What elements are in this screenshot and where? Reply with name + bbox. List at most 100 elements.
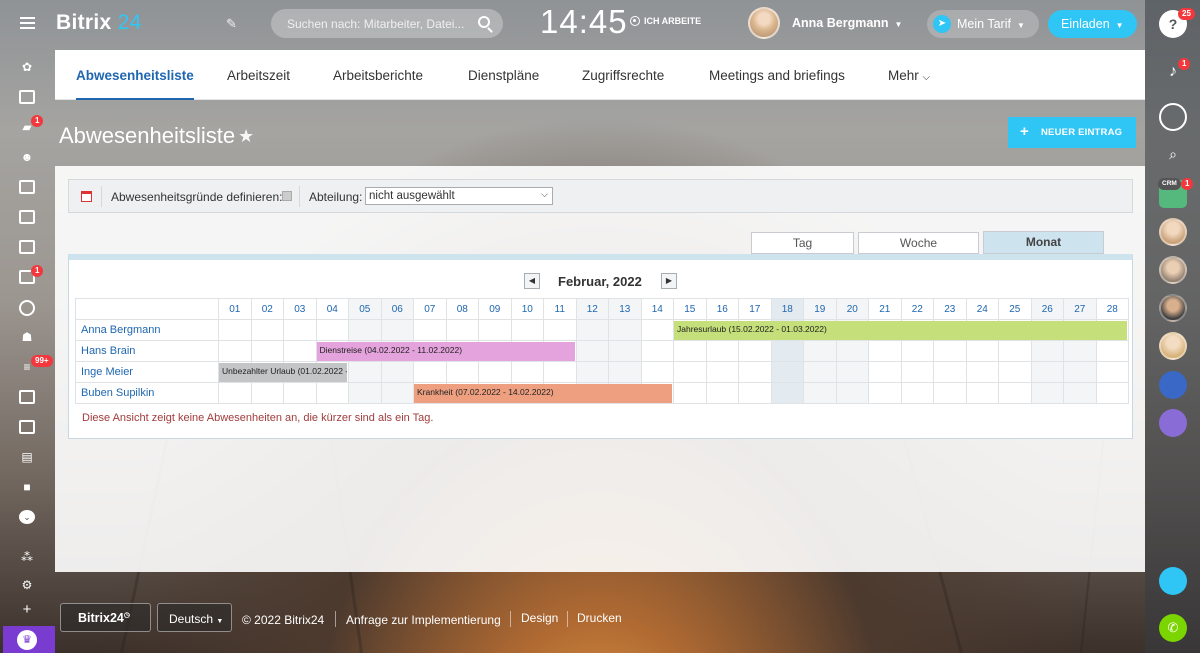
contact-avatar[interactable]	[1159, 218, 1187, 246]
upgrade-button[interactable]: ♛	[3, 626, 55, 653]
day-cell[interactable]	[1095, 361, 1129, 383]
documents-icon[interactable]	[19, 240, 35, 254]
day-cell[interactable]	[1063, 382, 1097, 404]
robot-icon[interactable]: ☗	[19, 330, 35, 344]
day-cell[interactable]	[575, 340, 609, 362]
prev-month-button[interactable]: ◀	[524, 273, 540, 289]
day-cell[interactable]	[380, 361, 414, 383]
day-cell[interactable]	[868, 340, 902, 362]
day-cell[interactable]	[835, 361, 869, 383]
user-icon[interactable]	[1159, 409, 1187, 437]
day-cell[interactable]	[315, 319, 349, 341]
employee-name[interactable]: Anna Bergmann	[75, 319, 219, 341]
next-month-button[interactable]: ▶	[661, 273, 677, 289]
employee-name[interactable]: Inge Meier	[75, 361, 219, 383]
tab-abwesenheitsliste[interactable]: Abwesenheitsliste	[76, 68, 194, 100]
contact-avatar[interactable]	[1159, 332, 1187, 360]
tab-zugriffsrechte[interactable]: Zugriffsrechte	[582, 68, 664, 83]
employee-name[interactable]: Buben Supilkin	[75, 382, 219, 404]
tab-day[interactable]: Tag	[751, 232, 854, 254]
day-cell[interactable]	[738, 340, 772, 362]
open-lines-icon[interactable]	[1159, 567, 1187, 595]
footer-link-implementation[interactable]: Anfrage zur Implementierung	[346, 613, 501, 627]
day-cell[interactable]	[900, 361, 934, 383]
day-cell[interactable]	[283, 319, 317, 341]
day-cell[interactable]	[900, 382, 934, 404]
day-cell[interactable]	[250, 319, 284, 341]
gear-icon[interactable]: ⚙	[19, 578, 35, 592]
plus-icon[interactable]: +	[19, 602, 35, 617]
clock-icon[interactable]	[19, 300, 35, 316]
day-cell[interactable]	[803, 340, 837, 362]
day-cell[interactable]	[868, 382, 902, 404]
contacts-icon[interactable]	[19, 420, 35, 434]
new-entry-button[interactable]: + NEUER EINTRAG	[1008, 117, 1136, 148]
drive-icon[interactable]	[19, 180, 35, 194]
day-cell[interactable]	[413, 361, 447, 383]
absence-bar[interactable]: Unbezahlter Urlaub (01.02.2022 - 04.02.2…	[219, 363, 347, 382]
day-cell[interactable]	[770, 361, 804, 383]
day-cell[interactable]	[998, 382, 1032, 404]
day-cell[interactable]	[478, 319, 512, 341]
day-cell[interactable]	[608, 361, 642, 383]
day-cell[interactable]	[510, 319, 544, 341]
structure-icon[interactable]: ⁂	[19, 550, 35, 564]
day-cell[interactable]	[640, 361, 674, 383]
day-cell[interactable]	[413, 319, 447, 341]
day-cell[interactable]	[965, 382, 999, 404]
employee-name[interactable]: Hans Brain	[75, 340, 219, 362]
day-cell[interactable]	[250, 382, 284, 404]
absence-bar[interactable]: Krankheit (07.02.2022 - 14.02.2022)	[414, 384, 672, 403]
day-cell[interactable]	[380, 319, 414, 341]
day-cell[interactable]	[608, 319, 642, 341]
day-cell[interactable]	[933, 361, 967, 383]
absence-bar[interactable]: Dienstreise (04.02.2022 - 11.02.2022)	[316, 342, 575, 361]
day-cell[interactable]	[705, 340, 739, 362]
tab-meetings[interactable]: Meetings and briefings	[709, 68, 845, 83]
day-cell[interactable]	[868, 361, 902, 383]
tab-dienstplaene[interactable]: Dienstpläne	[468, 68, 539, 83]
sites-icon[interactable]	[19, 390, 35, 404]
chat-bubble-icon[interactable]	[1159, 103, 1187, 131]
day-cell[interactable]	[738, 382, 772, 404]
day-cell[interactable]	[380, 382, 414, 404]
day-cell[interactable]	[673, 361, 707, 383]
day-cell[interactable]	[445, 361, 479, 383]
day-cell[interactable]	[640, 319, 674, 341]
calendar-icon[interactable]	[19, 210, 35, 224]
day-cell[interactable]	[900, 340, 934, 362]
footer-link-design[interactable]: Design	[521, 611, 558, 625]
tariff-button[interactable]: ➤ Mein Tarif ▼	[927, 10, 1039, 38]
day-cell[interactable]	[1030, 340, 1064, 362]
work-status[interactable]: ICH ARBEITE	[630, 16, 701, 26]
day-cell[interactable]	[575, 319, 609, 341]
day-cell[interactable]	[1095, 382, 1129, 404]
day-cell[interactable]	[998, 340, 1032, 362]
group-icon[interactable]: ☻	[19, 150, 35, 164]
bitrix-logo[interactable]: Bitrix 24	[56, 11, 142, 35]
day-cell[interactable]	[478, 361, 512, 383]
tab-month[interactable]: Monat	[983, 231, 1104, 254]
day-cell[interactable]	[1063, 361, 1097, 383]
day-cell[interactable]	[673, 340, 707, 362]
day-cell[interactable]	[543, 361, 577, 383]
knowledge-icon[interactable]: ▤	[19, 450, 35, 464]
day-cell[interactable]	[348, 319, 382, 341]
day-cell[interactable]	[1030, 382, 1064, 404]
contact-avatar[interactable]	[1159, 294, 1187, 322]
department-select[interactable]: nicht ausgewählt ⌵	[365, 187, 553, 205]
language-select[interactable]: Deutsch ▼	[157, 603, 232, 632]
day-cell[interactable]	[965, 340, 999, 362]
feed-icon[interactable]	[19, 90, 35, 104]
day-cell[interactable]	[835, 382, 869, 404]
day-cell[interactable]	[673, 382, 707, 404]
day-cell[interactable]	[803, 382, 837, 404]
footer-brand[interactable]: Bitrix24◷	[60, 603, 151, 632]
tab-arbeitszeit[interactable]: Arbeitszeit	[227, 68, 290, 83]
day-cell[interactable]	[543, 319, 577, 341]
day-cell[interactable]	[933, 382, 967, 404]
day-cell[interactable]	[803, 361, 837, 383]
tab-arbeitsberichte[interactable]: Arbeitsberichte	[333, 68, 423, 83]
day-cell[interactable]	[283, 382, 317, 404]
day-cell[interactable]	[770, 340, 804, 362]
